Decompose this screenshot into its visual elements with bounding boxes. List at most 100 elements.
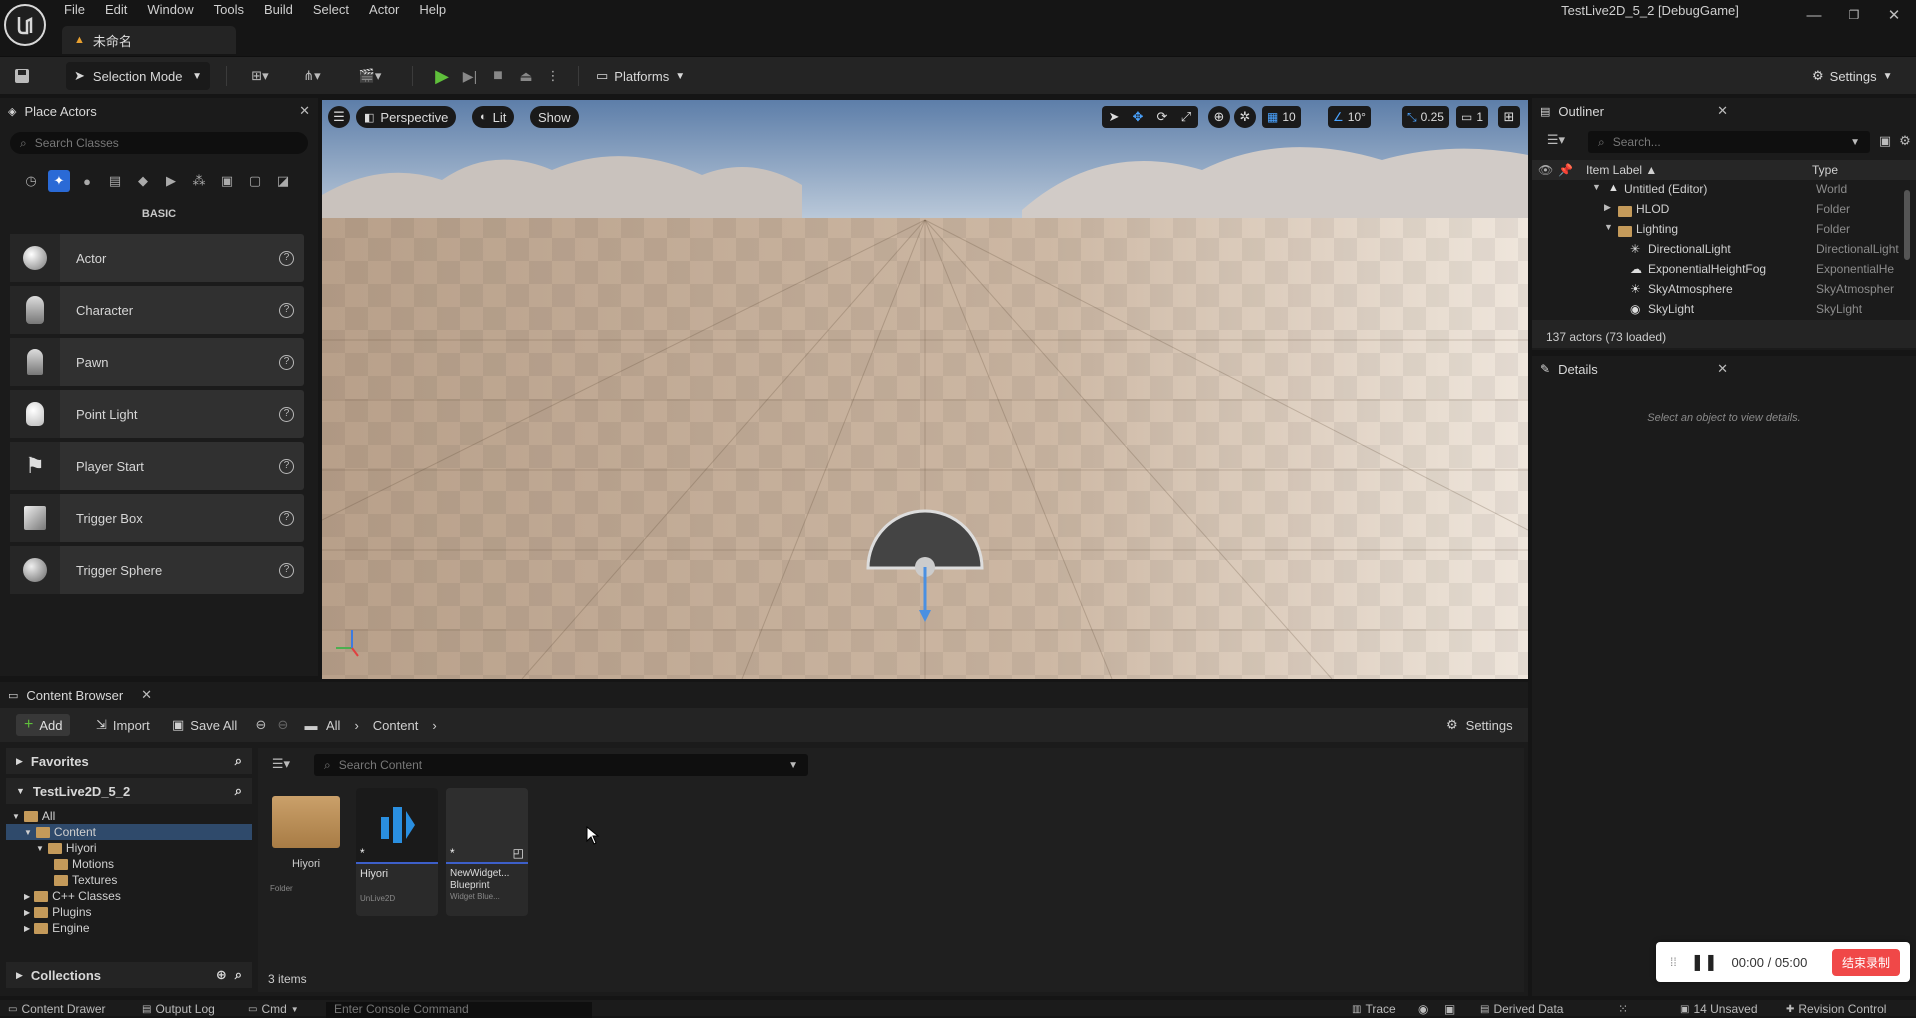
content-settings-button[interactable]: ⚙ Settings (1446, 714, 1513, 736)
source-control-icon[interactable]: ⁙ (1618, 1002, 1628, 1016)
play-icon[interactable]: ▶ (432, 66, 452, 86)
actor-item-trigger-box[interactable]: Trigger Box ? (10, 494, 304, 542)
close-icon[interactable]: ✕ (1874, 2, 1914, 28)
outliner-search-input[interactable]: ⌕ Search... ▼ (1588, 131, 1870, 153)
chevron-right-icon[interactable]: › (432, 718, 436, 733)
menu-actor[interactable]: Actor (363, 0, 413, 20)
tree-item-plugins[interactable]: ▶ Plugins (6, 904, 252, 920)
trace-button[interactable]: ▥ Trace (1352, 1002, 1396, 1016)
record-icon[interactable]: ◉ (1418, 1002, 1428, 1016)
tree-item-motions[interactable]: Motions (6, 856, 252, 872)
filter-icon[interactable]: ☰▾ (266, 754, 296, 774)
advance-frame-icon[interactable]: ▶| (460, 66, 480, 86)
lights-icon[interactable]: ● (76, 170, 98, 192)
search-content-input[interactable]: ⌕ Search Content ▼ (314, 754, 808, 776)
tree-item-textures[interactable]: Textures (6, 872, 252, 888)
tree-item-cpp-classes[interactable]: ▶ C++ Classes (6, 888, 252, 904)
content-browser-tab[interactable]: ▭ Content Browser ✕ (0, 682, 160, 708)
level-viewport[interactable]: ☰ ◧ Perspective ◐ Lit Show ➤ ✥ ⟳ ⤢ ⊕ ✲ ▦… (322, 100, 1528, 679)
menu-select[interactable]: Select (307, 0, 363, 20)
help-icon[interactable]: ? (279, 510, 294, 526)
scale-tool-icon[interactable]: ⤢ (1174, 106, 1198, 128)
add-folder-icon[interactable]: ▣ (1876, 131, 1894, 151)
rotation-snap-button[interactable]: ∠ 10° (1328, 106, 1371, 128)
scale-snap-button[interactable]: ⤡ 0.25 (1402, 106, 1449, 128)
output-log-button[interactable]: ▤ Output Log (142, 1002, 215, 1016)
volumes-icon[interactable]: ⁂ (188, 170, 210, 192)
geometry-icon[interactable]: ▶ (160, 170, 182, 192)
content-drawer-button[interactable]: ▭ Content Drawer (8, 1002, 106, 1016)
revision-control-button[interactable]: ✚ Revision Control (1786, 1002, 1886, 1016)
help-icon[interactable]: ? (279, 406, 294, 422)
actor-item-point-light[interactable]: Point Light ? (10, 390, 304, 438)
blueprint-icon[interactable]: ⋔▾ (292, 66, 332, 86)
asset-tile-hiyori[interactable]: * Hiyori UnLive2D (356, 788, 438, 916)
search-icon[interactable]: ⌕ (235, 783, 242, 799)
close-tab-icon[interactable]: ✕ (299, 103, 310, 119)
cinematic-icon[interactable]: ▤ (104, 170, 126, 192)
shapes-icon[interactable]: ▢ (244, 170, 266, 192)
back-icon[interactable]: ⊖ (252, 716, 270, 734)
search-classes-input[interactable]: ⌕ Search Classes (10, 132, 308, 154)
outliner-row[interactable]: ☀ SkyAtmosphere SkyAtmospher (1532, 282, 1916, 302)
camera-speed-button[interactable]: ▭ 1 (1456, 106, 1489, 128)
tree-item-all[interactable]: ▼ All (6, 808, 252, 824)
add-actor-icon[interactable]: ⊞▾ (240, 66, 280, 86)
cmd-dropdown[interactable]: ▭ Cmd ▼ (248, 1002, 299, 1016)
actor-item-player-start[interactable]: ⚑ Player Start ? (10, 442, 304, 490)
collapse-icon[interactable]: ▼ (1604, 222, 1613, 232)
actor-item-actor[interactable]: Actor ? (10, 234, 304, 282)
outliner-row[interactable]: ▶ HLOD Folder (1532, 202, 1916, 222)
visibility-icon[interactable]: 👁 (1538, 163, 1553, 177)
col-type[interactable]: Type (1812, 163, 1838, 177)
help-icon[interactable]: ? (279, 354, 294, 370)
outliner-scrollbar[interactable] (1904, 190, 1910, 260)
outliner-row[interactable]: ▼ Lighting Folder (1532, 222, 1916, 242)
tree-item-content[interactable]: ▼ Content (6, 824, 252, 840)
asset-tile-folder[interactable]: Hiyori Folder (268, 788, 344, 908)
add-collection-icon[interactable]: ⊕ (216, 967, 227, 983)
outliner-row[interactable]: ✳ DirectionalLight DirectionalLight (1532, 242, 1916, 262)
unsaved-button[interactable]: ▣ 14 Unsaved (1680, 1002, 1758, 1016)
import-button[interactable]: ⇲ Import (96, 714, 150, 736)
close-tab-icon[interactable]: ✕ (1717, 361, 1728, 377)
gear-icon[interactable]: ⚙ (1896, 131, 1914, 151)
actor-item-pawn[interactable]: Pawn ? (10, 338, 304, 386)
outliner-row[interactable]: ☁ ExponentialHeightFog ExponentialHe (1532, 262, 1916, 282)
actor-item-character[interactable]: Character ? (10, 286, 304, 334)
surface-snap-icon[interactable]: ✲ (1234, 106, 1256, 128)
basic-icon[interactable]: ✦ (48, 170, 70, 192)
menu-file[interactable]: File (58, 0, 99, 20)
menu-build[interactable]: Build (258, 0, 307, 20)
lit-button[interactable]: ◐ Lit (472, 106, 515, 128)
tree-item-engine[interactable]: ▶ Engine (6, 920, 252, 936)
actor-item-trigger-sphere[interactable]: Trigger Sphere ? (10, 546, 304, 594)
save-icon[interactable] (12, 66, 32, 86)
stop-recording-button[interactable]: 结束录制 (1831, 948, 1900, 976)
close-tab-icon[interactable]: ✕ (141, 687, 152, 703)
folder-icon[interactable]: ▬ (302, 716, 320, 734)
collections-header[interactable]: ▶ Collections ⊕ ⌕ (6, 962, 252, 988)
perspective-button[interactable]: ◧ Perspective (356, 106, 457, 128)
all-classes-icon[interactable]: ▣ (216, 170, 238, 192)
menu-tools[interactable]: Tools (208, 0, 258, 20)
grid-snap-button[interactable]: ▦ 10 (1262, 106, 1301, 128)
close-tab-icon[interactable]: ✕ (1717, 103, 1728, 119)
select-tool-icon[interactable]: ➤ (1102, 106, 1126, 128)
outliner-tab[interactable]: ▤ Outliner ✕ (1532, 98, 1916, 124)
place-actors-tab[interactable]: ◈ Place Actors ✕ (0, 98, 318, 124)
menu-help[interactable]: Help (413, 0, 460, 20)
level-tab[interactable]: ▲ 未命名 (62, 26, 236, 54)
rotate-tool-icon[interactable]: ⟳ (1150, 106, 1174, 128)
restore-icon[interactable]: ❐ (1834, 2, 1874, 28)
search-icon[interactable]: ⌕ (235, 967, 242, 983)
pin-icon[interactable]: 📌 (1558, 163, 1573, 177)
forward-icon[interactable]: ⊖ (274, 716, 292, 734)
show-button[interactable]: Show (530, 106, 579, 128)
drag-handle-icon[interactable]: ⁞⁞ (1670, 955, 1677, 969)
project-header[interactable]: ▼ TestLive2D_5_2 ⌕ (6, 778, 252, 804)
expand-icon[interactable]: ▶ (1604, 202, 1611, 213)
more-classes-icon[interactable]: ◪ (272, 170, 294, 192)
collapse-icon[interactable]: ▼ (1592, 182, 1601, 192)
visual-effects-icon[interactable]: ◆ (132, 170, 154, 192)
